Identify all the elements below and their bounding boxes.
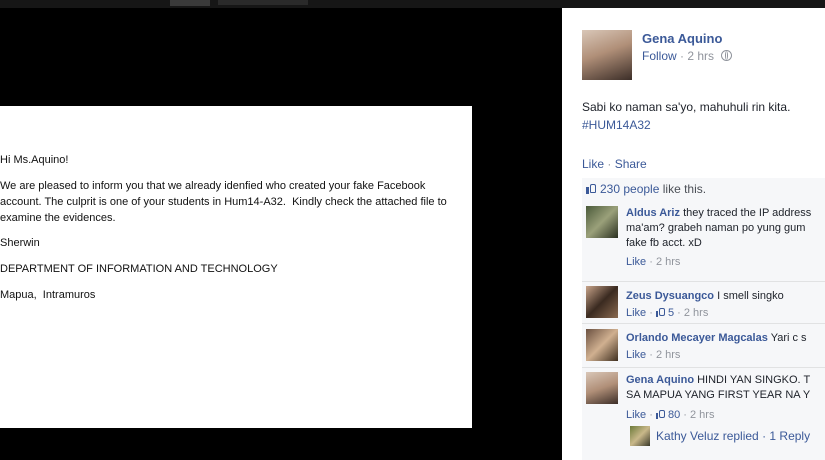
commenter-name[interactable]: Aldus Ariz <box>626 207 680 219</box>
letter-body-line3: examine the evidences. <box>0 212 116 224</box>
likes-count[interactable]: 230 people <box>600 182 659 196</box>
top-strip <box>0 0 825 8</box>
comment-meta: Like · 2 hrs <box>626 349 681 361</box>
comment-like-button[interactable]: Like <box>626 349 646 361</box>
comment-time[interactable]: 2 hrs <box>690 409 714 421</box>
post-time[interactable]: 2 hrs <box>687 49 714 63</box>
comment-like-button[interactable]: Like <box>626 409 646 421</box>
comment-like-button[interactable]: Like <box>626 307 646 319</box>
author-avatar[interactable] <box>582 30 632 80</box>
likes-suffix: like this. <box>662 182 707 196</box>
commenter-name[interactable]: Orlando Mecayer Magcalas <box>626 332 768 344</box>
commenter-avatar[interactable] <box>586 329 618 361</box>
replier-avatar <box>630 426 650 446</box>
likes-summary: 230 people like this. <box>582 178 825 201</box>
comment-text-line1: I smell singko <box>717 290 784 302</box>
comment-text-line2: SA MAPUA YANG FIRST YEAR NA Y <box>626 389 811 401</box>
comment-meta: Like · 80 · 2 hrs <box>626 409 715 421</box>
post-hashtag[interactable]: #HUM14A32 <box>582 116 790 134</box>
thumbs-up-icon <box>586 183 597 194</box>
comment-like-count[interactable]: 5 <box>668 307 674 319</box>
actions-separator: · <box>607 157 615 171</box>
commenter-name[interactable]: Gena Aquino <box>626 374 694 386</box>
comment-meta: Like · 2 hrs <box>626 256 681 268</box>
comment-item: Aldus Ariz they traced the IP address ma… <box>582 200 825 282</box>
comment-like-count[interactable]: 80 <box>668 409 680 421</box>
replies-link[interactable]: Kathy Veluz replied · 1 Reply <box>630 426 810 446</box>
post-panel: Gena Aquino Follow · 2 hrs Sabi ko naman… <box>562 8 825 460</box>
comment-body: Orlando Mecayer Magcalas Yari c s <box>626 331 807 346</box>
comment-text-line1: HINDI YAN SINGKO. T <box>697 374 811 386</box>
comment-body: Aldus Ariz they traced the IP address ma… <box>626 206 811 251</box>
commenter-avatar[interactable] <box>586 286 618 318</box>
comment-time[interactable]: 2 hrs <box>656 349 680 361</box>
letter-location: Mapua, Intramuros <box>0 289 96 301</box>
post-actions: Like · Share <box>582 157 647 171</box>
comment-meta: Like · 5 · 2 hrs <box>626 307 709 319</box>
commenter-avatar[interactable] <box>586 372 618 404</box>
author-name[interactable]: Gena Aquino <box>642 31 722 46</box>
commenter-avatar[interactable] <box>586 206 618 238</box>
globe-icon <box>721 50 733 61</box>
strip-text <box>218 0 308 5</box>
commenter-name[interactable]: Zeus Dysuangco <box>626 290 714 302</box>
post-message: Sabi ko naman sa'yo, mahuhuli rin kita. <box>582 100 791 114</box>
letter-photo[interactable]: Hi Ms.Aquino! We are pleased to inform y… <box>0 106 472 428</box>
replies-text[interactable]: Kathy Veluz replied · 1 Reply <box>656 429 810 443</box>
comment-item: Zeus Dysuangco I smell singko Like · 5 ·… <box>582 281 825 324</box>
letter-department: DEPARTMENT OF INFORMATION AND TECHNOLOGY <box>0 263 278 275</box>
comment-text-line1: Yari c s <box>770 332 807 344</box>
like-button[interactable]: Like <box>582 157 604 171</box>
thumbs-up-icon <box>655 307 666 317</box>
comment-item: Gena Aquino HINDI YAN SINGKO. T SA MAPUA… <box>582 367 825 421</box>
post-text: Sabi ko naman sa'yo, mahuhuli rin kita. … <box>582 98 790 134</box>
follow-link[interactable]: Follow <box>642 49 677 63</box>
letter-body-line1: We are pleased to inform you that we alr… <box>0 180 426 192</box>
letter-body-line2: account. The culprit is one of your stud… <box>0 196 447 208</box>
comment-body: Gena Aquino HINDI YAN SINGKO. T SA MAPUA… <box>626 373 810 403</box>
thumbs-up-icon <box>655 409 666 419</box>
comment-text-line3: fake fb acct. xD <box>626 237 702 249</box>
letter-greeting: Hi Ms.Aquino! <box>0 154 69 166</box>
comment-text-line2: ma'am? grabeh naman po yung gum <box>626 222 806 234</box>
comment-like-button[interactable]: Like <box>626 256 646 268</box>
comment-time[interactable]: 2 hrs <box>684 307 708 319</box>
comments-list: Aldus Ariz they traced the IP address ma… <box>582 200 825 460</box>
strip-thumbnail <box>170 0 210 6</box>
post-meta: Follow · 2 hrs <box>642 49 733 63</box>
letter-signature: Sherwin <box>0 237 40 249</box>
comment-time[interactable]: 2 hrs <box>656 256 680 268</box>
comment-text-line1: they traced the IP address <box>683 207 812 219</box>
comment-item: Orlando Mecayer Magcalas Yari c s Like ·… <box>582 323 825 368</box>
share-button[interactable]: Share <box>615 157 647 171</box>
comment-body: Zeus Dysuangco I smell singko <box>626 289 784 304</box>
